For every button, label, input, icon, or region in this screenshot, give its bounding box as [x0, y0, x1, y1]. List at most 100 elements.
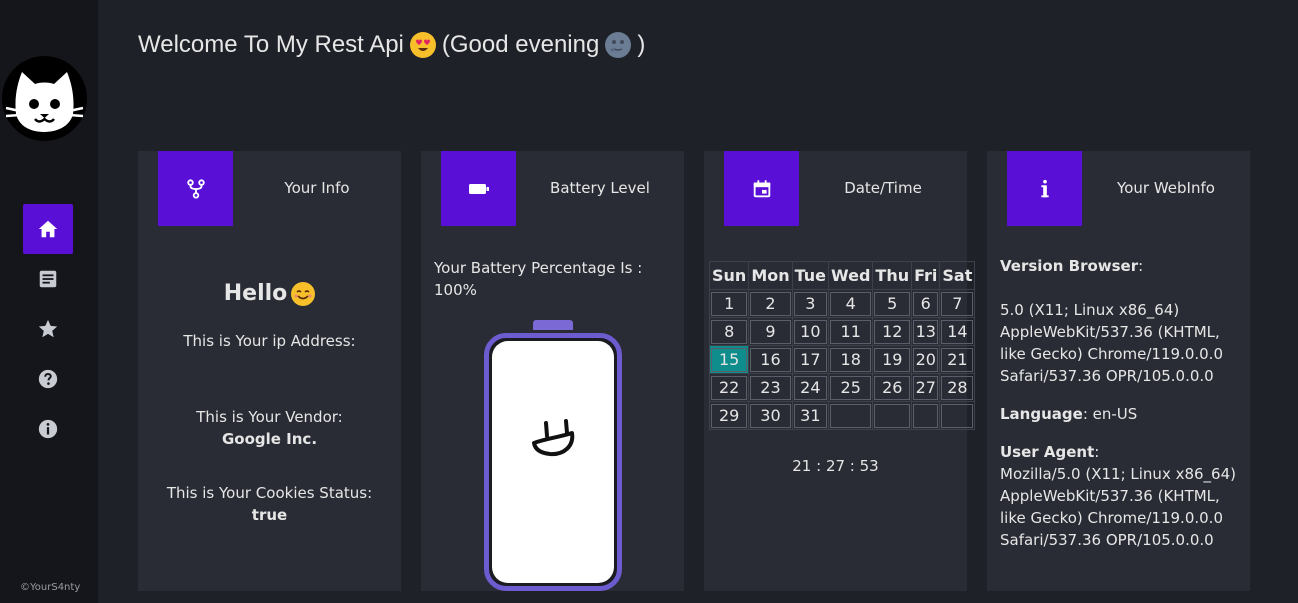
- heart-eyes-emoji-icon: [409, 32, 436, 58]
- nav-favorites[interactable]: [23, 304, 73, 354]
- hello-text: Hello: [223, 281, 288, 306]
- calendar-week-row: 29 30 31: [708, 401, 976, 430]
- sidebar: ©YourS4nty: [0, 0, 98, 603]
- calendar-day-31[interactable]: 31: [791, 401, 830, 430]
- calendar-body: 1 2 3 4 5 6 7 8 9 10 11 12 13 14 15 16 17 18 19 20 21 22 23 24 2…: [708, 289, 976, 430]
- calendar-day-label: 30: [750, 403, 791, 428]
- calendar-day-label: 27: [913, 375, 939, 400]
- calendar-day-label: 17: [793, 347, 828, 372]
- calendar-day-30[interactable]: 30: [748, 401, 793, 430]
- battery-card-header-icon: [441, 151, 516, 226]
- calendar-day-2[interactable]: 2: [748, 289, 793, 318]
- agent-block: User Agent: Mozilla/5.0 (X11; Linux x86_…: [1000, 441, 1240, 551]
- calendar-day-12[interactable]: 12: [872, 317, 913, 346]
- ip-label: This is Your ip Address:: [183, 332, 356, 350]
- calendar-day-label: 6: [913, 291, 939, 316]
- your-info-card: Your Info Hello This is Your ip Address:…: [138, 151, 401, 591]
- calendar-day-24[interactable]: 24: [791, 373, 830, 402]
- calendar-icon: [753, 179, 770, 197]
- calendar-day-label: 23: [750, 375, 791, 400]
- calendar-day-26[interactable]: 26: [872, 373, 913, 402]
- info-icon: [38, 419, 58, 439]
- datetime-card: Date/Time Sun Mon Tue Wed Thu Fri Sat 12345678…: [704, 151, 976, 591]
- calendar-day-19[interactable]: 19: [872, 345, 913, 374]
- calendar-empty-cell: [911, 401, 941, 430]
- calendar-day-22[interactable]: 22: [708, 373, 750, 402]
- calendar-day-label: [913, 403, 939, 428]
- calendar-day-21[interactable]: 21: [939, 345, 976, 374]
- calendar-day-label: 21: [941, 347, 974, 372]
- calendar-day-label: 8: [711, 319, 748, 344]
- calendar-day-label: 18: [830, 347, 872, 372]
- version-label: Version Browser: [1000, 257, 1139, 275]
- calendar-day-4[interactable]: 4: [828, 289, 874, 318]
- cookies-value: true: [251, 506, 288, 524]
- language-label: Language: [1000, 405, 1083, 423]
- calendar-empty-cell: [828, 401, 874, 430]
- calendar-day-6[interactable]: 6: [911, 289, 941, 318]
- document-icon: [39, 270, 57, 288]
- calendar-day-label: 2: [750, 291, 791, 316]
- vendor-value: Google Inc.: [221, 430, 318, 448]
- battery-cap: [533, 320, 573, 330]
- calendar-day-label: 7: [941, 291, 974, 316]
- nav-help[interactable]: [23, 354, 73, 404]
- calendar-day-7[interactable]: 7: [939, 289, 976, 318]
- battery-face-icon: [532, 419, 575, 457]
- calendar-day-25[interactable]: 25: [828, 373, 874, 402]
- calendar-day-15[interactable]: 15: [708, 345, 750, 374]
- help-icon: [38, 369, 58, 389]
- calendar-day-17[interactable]: 17: [791, 345, 830, 374]
- webinfo-body: Version Browser: 5.0 (X11; Linux x86_64)…: [1000, 255, 1240, 567]
- moon-face-emoji-icon: [605, 32, 632, 58]
- calendar-day-label: 13: [913, 319, 939, 344]
- calendar-day-8[interactable]: 8: [708, 317, 750, 346]
- calendar-day-1[interactable]: 1: [708, 289, 750, 318]
- calendar-day-10[interactable]: 10: [791, 317, 830, 346]
- weekday-header: Mon: [748, 261, 793, 290]
- calendar-day-29[interactable]: 29: [708, 401, 750, 430]
- smile-emoji-icon: [291, 281, 316, 306]
- calendar-week-row: 15 16 17 18 19 20 21: [708, 345, 976, 374]
- calendar-day-label: 10: [793, 319, 828, 344]
- info-card-header-icon: [158, 151, 233, 226]
- calendar-day-27[interactable]: 27: [911, 373, 941, 402]
- calendar-day-23[interactable]: 23: [748, 373, 793, 402]
- calendar-week-row: 1234567: [708, 289, 976, 318]
- nav-articles[interactable]: [23, 254, 73, 304]
- calendar-day-label: [941, 403, 974, 428]
- calendar-day-label: 25: [830, 375, 872, 400]
- calendar-day-11[interactable]: 11: [828, 317, 874, 346]
- nav-home[interactable]: [23, 204, 73, 254]
- calendar-day-9[interactable]: 9: [748, 317, 793, 346]
- calendar-day-16[interactable]: 16: [748, 345, 793, 374]
- calendar-day-3[interactable]: 3: [791, 289, 830, 318]
- weekday-header: Wed: [828, 261, 874, 290]
- calendar-day-label: [874, 403, 911, 428]
- language-value: en-US: [1092, 405, 1138, 423]
- calendar-day-label: 5: [874, 291, 911, 316]
- calendar-day-18[interactable]: 18: [828, 345, 874, 374]
- calendar-day-20[interactable]: 20: [911, 345, 941, 374]
- calendar-day-label: 20: [913, 347, 939, 372]
- your-info-title: Your Info: [284, 179, 350, 197]
- battery-title: Battery Level: [550, 179, 650, 197]
- calendar-day-5[interactable]: 5: [872, 289, 913, 318]
- calendar-day-28[interactable]: 28: [939, 373, 976, 402]
- hello-heading: Hello: [138, 281, 401, 306]
- battery-icon: [468, 183, 489, 194]
- calendar-day-label: [830, 403, 872, 428]
- weekday-header: Thu: [872, 261, 913, 290]
- calendar-day-label: 16: [750, 347, 791, 372]
- calendar-day-label: 9: [750, 319, 791, 344]
- calendar-day-13[interactable]: 13: [911, 317, 941, 346]
- calendar-day-label: 14: [941, 319, 974, 344]
- language-block: Language: en-US: [1000, 405, 1138, 423]
- calendar-day-14[interactable]: 14: [939, 317, 976, 346]
- page-title: Welcome To My Rest Api (Good evening ): [138, 31, 645, 59]
- nav-about[interactable]: [23, 404, 73, 454]
- calendar-day-label: 31: [793, 403, 828, 428]
- battery-card: Battery Level Your Battery Percentage Is…: [421, 151, 684, 591]
- greeting-close: ): [637, 31, 646, 58]
- cat-logo[interactable]: [2, 56, 87, 141]
